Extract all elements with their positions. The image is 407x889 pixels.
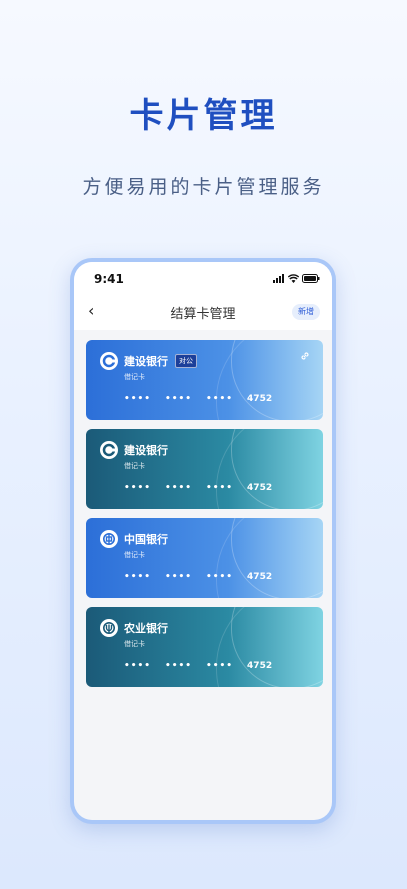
masked-digits: •••• (124, 394, 152, 404)
card-last4: 4752 (247, 572, 273, 582)
boc-logo-icon (100, 530, 118, 548)
masked-digits: •••• (165, 572, 193, 582)
masked-digits: •••• (206, 394, 234, 404)
ccb-logo-icon (100, 441, 118, 459)
bank-card[interactable]: 中国银行 借记卡 •••• •••• •••• 4752 (86, 518, 323, 598)
bank-name: 农业银行 (124, 622, 168, 635)
status-time: 9:41 (94, 272, 124, 286)
card-number: •••• •••• •••• 4752 (124, 394, 272, 404)
link-icon[interactable] (299, 350, 311, 362)
masked-digits: •••• (206, 572, 234, 582)
abc-logo-icon (100, 619, 118, 637)
bank-card[interactable]: 建设银行 借记卡 •••• •••• •••• 4752 (86, 429, 323, 509)
phone-screen: 9:41 ‹ 结算卡管理 新增 建设银行 对公 借记卡 •••• •••• ••… (74, 262, 332, 820)
signal-icon (273, 273, 284, 283)
masked-digits: •••• (165, 661, 193, 671)
bank-card[interactable]: 农业银行 借记卡 •••• •••• •••• 4752 (86, 607, 323, 687)
add-card-button[interactable]: 新增 (292, 304, 320, 320)
ccb-logo-icon (100, 352, 118, 370)
bank-name: 建设银行 (124, 355, 168, 368)
masked-digits: •••• (165, 483, 193, 493)
bank-card[interactable]: 建设银行 对公 借记卡 •••• •••• •••• 4752 (86, 340, 323, 420)
status-icons (273, 272, 320, 284)
masked-digits: •••• (124, 483, 152, 493)
card-last4: 4752 (247, 394, 273, 404)
masked-digits: •••• (165, 394, 193, 404)
card-type: 借记卡 (124, 462, 145, 470)
card-last4: 4752 (247, 661, 273, 671)
masked-digits: •••• (206, 483, 234, 493)
battery-icon (302, 273, 320, 283)
card-number: •••• •••• •••• 4752 (124, 572, 272, 582)
card-decoration (216, 607, 323, 687)
card-number: •••• •••• •••• 4752 (124, 661, 272, 671)
card-type: 借记卡 (124, 551, 145, 559)
hero-subtitle: 方便易用的卡片管理服务 (82, 176, 325, 198)
masked-digits: •••• (124, 661, 152, 671)
masked-digits: •••• (124, 572, 152, 582)
card-decoration (216, 518, 323, 598)
corporate-tag: 对公 (175, 354, 197, 368)
card-type: 借记卡 (124, 373, 145, 381)
bank-name: 中国银行 (124, 533, 168, 546)
wifi-icon (288, 273, 299, 283)
card-last4: 4752 (247, 483, 273, 493)
hero-title: 卡片管理 (129, 96, 278, 136)
masked-digits: •••• (206, 661, 234, 671)
phone-frame: 9:41 ‹ 结算卡管理 新增 建设银行 对公 借记卡 •••• •••• ••… (70, 258, 336, 824)
status-bar: 9:41 (74, 262, 332, 292)
bank-name: 建设银行 (124, 444, 168, 457)
card-decoration (216, 429, 323, 509)
nav-bar: ‹ 结算卡管理 新增 (74, 292, 332, 330)
card-number: •••• •••• •••• 4752 (124, 483, 272, 493)
card-type: 借记卡 (124, 640, 145, 648)
